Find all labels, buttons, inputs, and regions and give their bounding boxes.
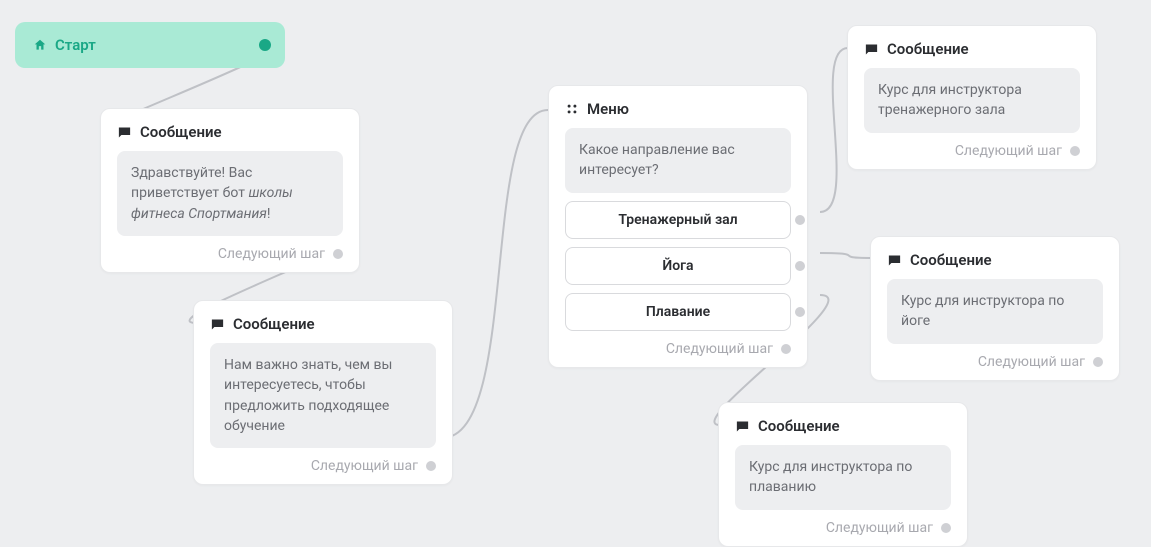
message-bubble: Нам важно знать, чем вы интересуетесь, ч… (210, 343, 436, 448)
message-icon (864, 42, 879, 57)
menu-option-row-swim: Плавание (565, 293, 791, 331)
node-title: Сообщение (233, 315, 315, 333)
node-title: Сообщение (758, 417, 840, 435)
next-step-label: Следующий шаг (218, 246, 325, 262)
start-node[interactable]: Старт (15, 22, 285, 68)
out-port[interactable] (426, 461, 436, 471)
node-title: Сообщение (140, 123, 222, 141)
message-bubble: Курс для инструктора тренажерного зала (864, 68, 1080, 133)
next-step-label: Следующий шаг (311, 458, 418, 474)
menu-icon (565, 102, 579, 116)
out-port[interactable] (781, 344, 791, 354)
menu-node[interactable]: Меню Какое направление вас интересует? Т… (548, 85, 808, 368)
message-node-2[interactable]: Сообщение Нам важно знать, чем вы интере… (193, 300, 453, 485)
next-step-label: Следующий шаг (978, 354, 1085, 370)
node-header: Сообщение (735, 417, 951, 435)
message-icon (210, 317, 225, 332)
message-bubble: Здравствуйте! Вас приветствует бот школы… (117, 151, 343, 236)
message-node-yoga[interactable]: Сообщение Курс для инструктора по йоге С… (870, 236, 1120, 381)
next-step[interactable]: Следующий шаг (565, 341, 791, 357)
next-step[interactable]: Следующий шаг (887, 354, 1103, 370)
message-icon (117, 125, 132, 140)
next-step[interactable]: Следующий шаг (735, 520, 951, 536)
menu-option-swim[interactable]: Плавание (565, 293, 791, 331)
node-header: Сообщение (887, 251, 1103, 269)
message-node-1[interactable]: Сообщение Здравствуйте! Вас приветствует… (100, 108, 360, 273)
node-header: Сообщение (864, 40, 1080, 58)
message-node-swim[interactable]: Сообщение Курс для инструктора по плаван… (718, 402, 968, 547)
option-out-port[interactable] (795, 307, 805, 317)
next-step-label: Следующий шаг (666, 341, 773, 357)
home-icon (33, 38, 47, 52)
next-step-label: Следующий шаг (826, 520, 933, 536)
node-title: Сообщение (910, 251, 992, 269)
node-header: Сообщение (117, 123, 343, 141)
message-node-gym[interactable]: Сообщение Курс для инструктора тренажерн… (847, 25, 1097, 170)
menu-option-row-gym: Тренажерный зал (565, 201, 791, 239)
next-step[interactable]: Следующий шаг (864, 143, 1080, 159)
menu-option-row-yoga: Йога (565, 247, 791, 285)
menu-option-yoga[interactable]: Йога (565, 247, 791, 285)
message-icon (735, 419, 750, 434)
node-title: Сообщение (887, 40, 969, 58)
menu-prompt: Какое направление вас интересует? (565, 128, 791, 193)
option-out-port[interactable] (795, 215, 805, 225)
start-label: Старт (55, 36, 96, 54)
message-bubble: Курс для инструктора по йоге (887, 279, 1103, 344)
out-port[interactable] (941, 523, 951, 533)
message-icon (887, 253, 902, 268)
message-bubble: Курс для инструктора по плаванию (735, 445, 951, 510)
out-port[interactable] (1093, 357, 1103, 367)
start-out-port[interactable] (259, 39, 271, 51)
next-step[interactable]: Следующий шаг (117, 246, 343, 262)
node-header: Меню (565, 100, 791, 118)
next-step[interactable]: Следующий шаг (210, 458, 436, 474)
next-step-label: Следующий шаг (955, 143, 1062, 159)
menu-option-gym[interactable]: Тренажерный зал (565, 201, 791, 239)
option-out-port[interactable] (795, 261, 805, 271)
out-port[interactable] (333, 249, 343, 259)
node-header: Сообщение (210, 315, 436, 333)
out-port[interactable] (1070, 146, 1080, 156)
node-title: Меню (587, 100, 629, 118)
